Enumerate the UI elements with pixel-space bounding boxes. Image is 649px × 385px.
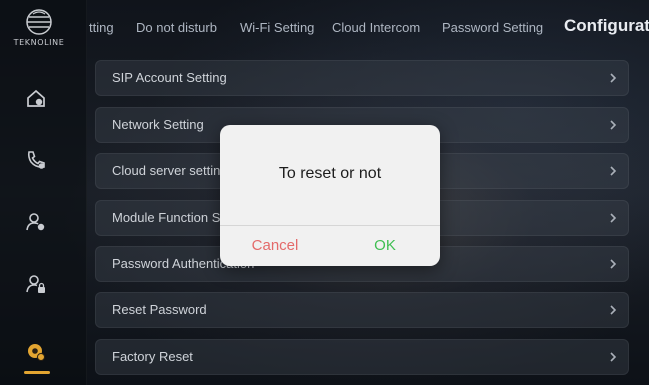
menu-item-label: Factory Reset <box>112 349 193 364</box>
chevron-right-icon <box>610 352 617 362</box>
phone-icon[interactable] <box>22 146 50 174</box>
chevron-right-icon <box>610 120 617 130</box>
tab-wifi-setting[interactable]: Wi-Fi Setting <box>240 20 314 35</box>
chevron-right-icon <box>610 213 617 223</box>
menu-item-factory-reset[interactable]: Factory Reset <box>95 339 629 375</box>
brand-name: TEKNOLINE <box>13 38 65 47</box>
top-tab-bar: tting Do not disturb Wi-Fi Setting Cloud… <box>86 0 649 60</box>
tab-partial[interactable]: tting <box>89 20 114 35</box>
chevron-right-icon <box>610 166 617 176</box>
menu-item-label: SIP Account Setting <box>112 70 227 85</box>
chevron-right-icon <box>610 73 617 83</box>
menu-item-label: Reset Password <box>112 302 207 317</box>
tab-cloud-intercom[interactable]: Cloud Intercom <box>332 20 420 35</box>
sidebar: TEKNOLINE <box>0 0 87 385</box>
ok-button[interactable]: OK <box>330 226 440 266</box>
tab-configuration[interactable]: Configurat <box>564 16 649 36</box>
chevron-right-icon <box>610 305 617 315</box>
tab-do-not-disturb[interactable]: Do not disturb <box>136 20 217 35</box>
menu-item-sip-account[interactable]: SIP Account Setting <box>95 60 629 96</box>
settings-gear-icon[interactable] <box>22 338 50 374</box>
menu-item-reset-password[interactable]: Reset Password <box>95 292 629 328</box>
dialog-message: To reset or not <box>278 165 382 182</box>
user-lock-icon[interactable] <box>22 270 50 298</box>
menu-item-label: Network Setting <box>112 117 204 132</box>
reset-confirm-dialog: To reset or not Cancel OK <box>220 125 440 266</box>
brand-logo: TEKNOLINE <box>8 8 70 58</box>
cancel-button[interactable]: Cancel <box>220 226 330 266</box>
menu-item-label: Cloud server setting <box>112 163 228 178</box>
menu-item-label: Module Function Se <box>112 210 228 225</box>
chevron-right-icon <box>610 259 617 269</box>
globe-logo-icon <box>26 9 52 35</box>
user-settings-icon[interactable] <box>22 208 50 236</box>
home-config-icon[interactable] <box>22 84 50 112</box>
tab-password-setting[interactable]: Password Setting <box>442 20 543 35</box>
device-screen: TEKNOLINE tting Do not disturb Wi-Fi Set… <box>0 0 649 385</box>
